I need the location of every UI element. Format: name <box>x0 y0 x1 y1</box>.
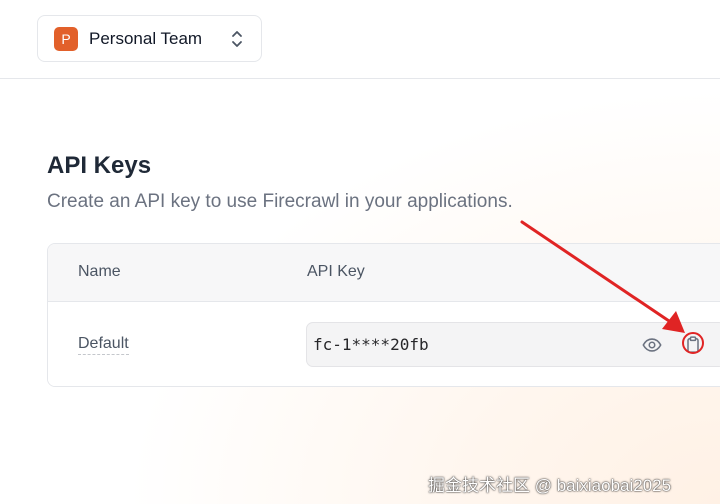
copy-key-button[interactable] <box>681 333 705 357</box>
column-header-api-key: API Key <box>307 263 365 280</box>
table-row: Default fc-1****20fb <box>48 302 720 386</box>
team-avatar: P <box>54 26 78 51</box>
watermark: 掘金技术社区 @ baixiaobai2025 <box>428 476 672 495</box>
api-key-field: fc-1****20fb <box>306 322 720 367</box>
team-name: Personal Team <box>89 28 203 48</box>
api-key-name[interactable]: Default <box>78 334 129 355</box>
api-keys-header: API Keys Create an API key to use Firecr… <box>47 150 720 214</box>
reveal-key-button[interactable] <box>640 333 664 357</box>
top-bar: P Personal Team <box>0 0 720 79</box>
page-title: API Keys <box>47 152 152 179</box>
page-subtitle: Create an API key to use Firecrawl in yo… <box>47 191 513 212</box>
api-keys-page: P Personal Team API Keys Create an API k… <box>0 0 720 504</box>
eye-icon <box>642 338 662 352</box>
table-header: Name API Key <box>48 244 720 302</box>
api-key-value: fc-1****20fb <box>313 335 429 354</box>
column-header-name: Name <box>78 263 121 280</box>
team-switcher-button[interactable]: P Personal Team <box>37 15 262 62</box>
clipboard-icon <box>687 336 699 353</box>
api-keys-table: Name API Key Default fc-1****20fb <box>47 243 720 387</box>
chevron-up-down-icon <box>232 31 242 47</box>
